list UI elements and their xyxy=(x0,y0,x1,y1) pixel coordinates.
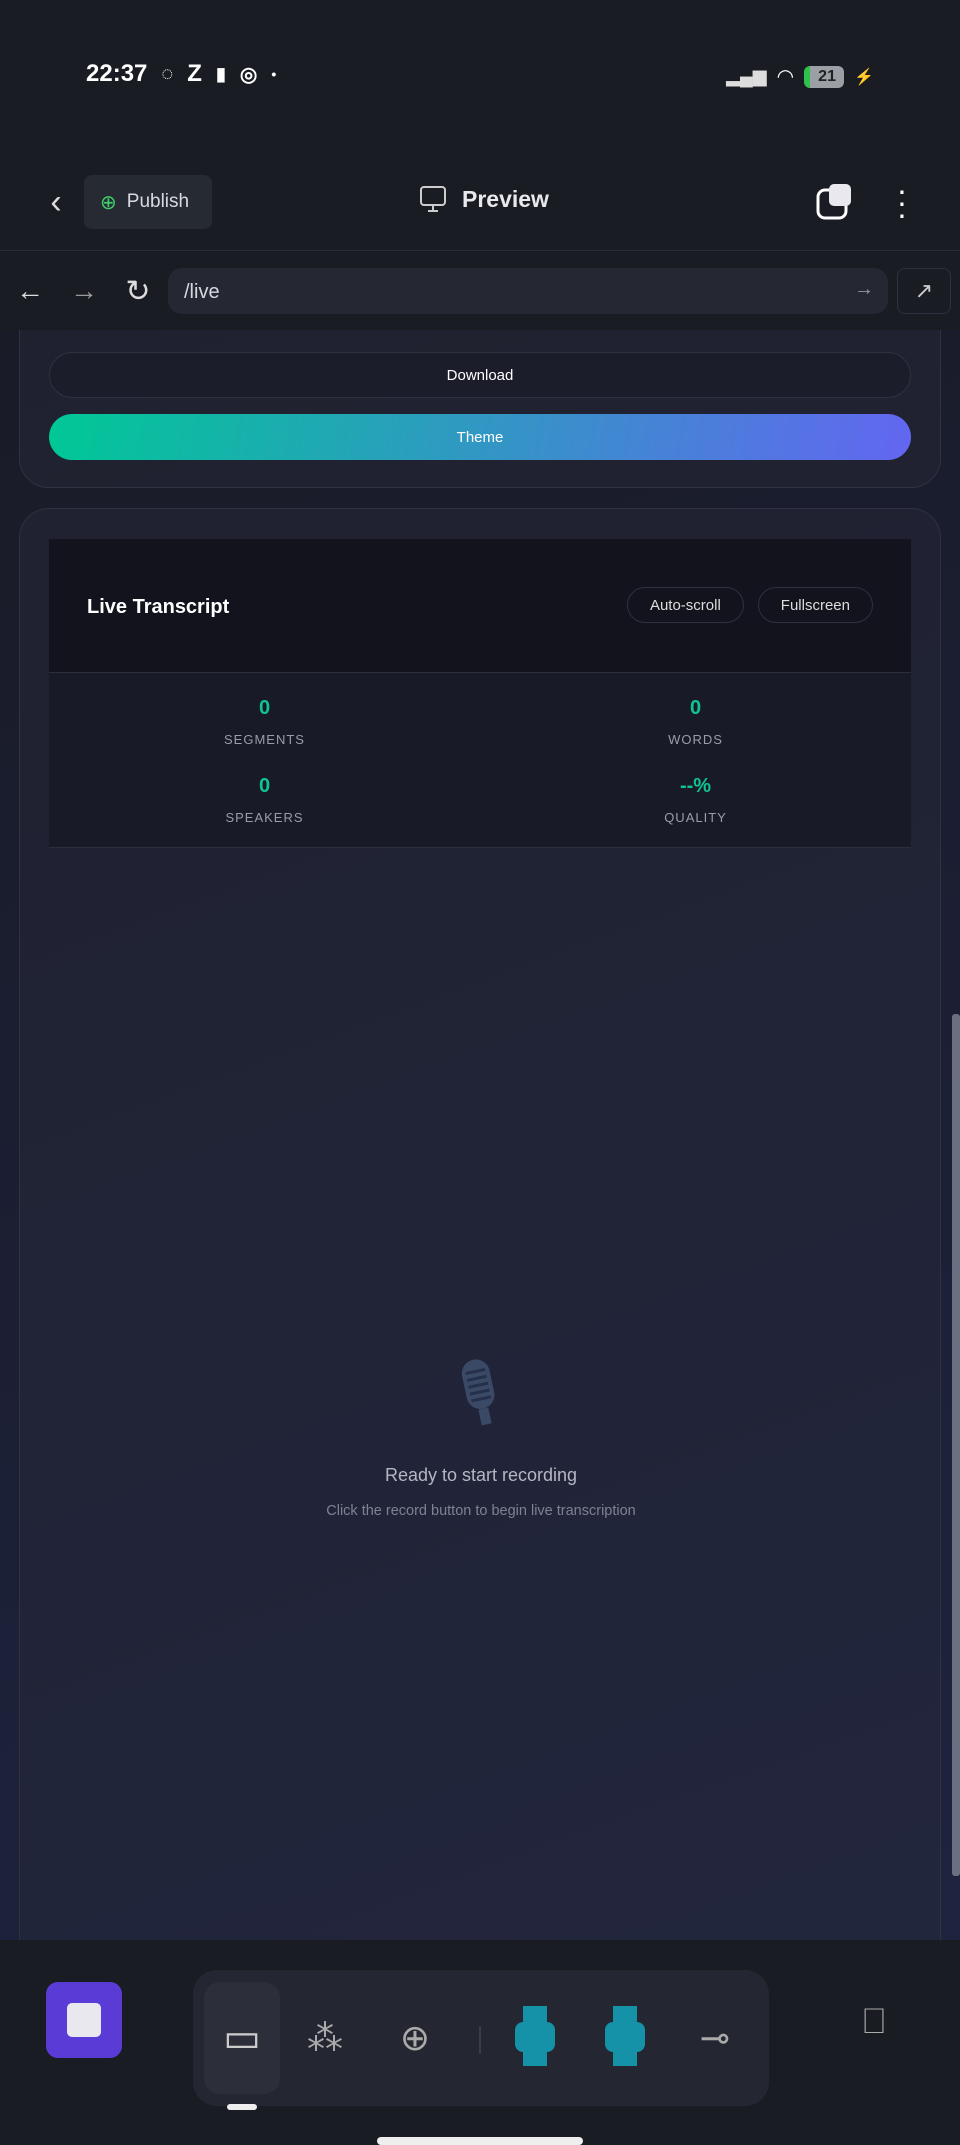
auto-scroll-button[interactable]: Auto-scroll xyxy=(626,587,744,623)
python-logo-icon xyxy=(605,2006,645,2066)
back-arrow-icon[interactable]: ← xyxy=(12,273,48,309)
tabs-icon[interactable] xyxy=(815,182,855,222)
open-external-button[interactable]: ↗ xyxy=(897,268,951,314)
reload-icon[interactable]: ↻ xyxy=(120,273,156,309)
microphone-icon xyxy=(461,1359,495,1426)
stat-label: WORDS xyxy=(668,732,723,747)
stat-label: SEGMENTS xyxy=(224,732,305,747)
branch-icon[interactable]: ⊸ xyxy=(683,2000,747,2076)
monitor-icon: ▭ xyxy=(223,2016,261,2060)
instagram-icon: ◎ xyxy=(239,63,258,86)
status-bar: 22:37 ◌ Z ▮ ◎ • xyxy=(86,60,276,88)
stat-value: 0 xyxy=(689,697,702,719)
stat-segments: 0 SEGMENTS xyxy=(49,697,480,747)
dots-pattern-icon[interactable]: ⁂ xyxy=(293,2000,357,2076)
bottom-toolbar: ▭ ⁂ ⊕ ⊸ ⎕ xyxy=(0,1940,960,2145)
fullscreen-button[interactable]: Fullscreen xyxy=(757,587,873,623)
theme-button[interactable]: Theme xyxy=(49,414,911,460)
stats-panel: 0 SEGMENTS 0 WORDS 0 SPEAKERS --% QUALITY xyxy=(49,673,911,848)
home-indicator[interactable] xyxy=(377,2137,583,2145)
divider xyxy=(479,2026,481,2054)
python-icon[interactable] xyxy=(503,2000,567,2076)
preview-label: Preview xyxy=(462,185,549,212)
go-arrow-icon[interactable]: → xyxy=(854,278,874,301)
python-logo-icon xyxy=(515,2006,555,2066)
battery-saver-icon: ▮ xyxy=(215,63,226,84)
clock: 22:37 xyxy=(86,60,148,87)
active-indicator xyxy=(227,2104,257,2110)
url-input[interactable]: /live → xyxy=(168,268,888,314)
page-content: Download Theme Live Transcript Auto-scro… xyxy=(0,330,960,1940)
stat-value: --% xyxy=(679,775,712,797)
battery-indicator: 21 xyxy=(804,65,845,88)
globe-upload-icon: ⊕ xyxy=(100,191,117,214)
z-app-icon: Z xyxy=(187,60,202,87)
stat-value: 0 xyxy=(258,697,271,719)
signal-icon: ▂▄▆ xyxy=(726,66,767,86)
globe-upload-icon[interactable]: ⊕ xyxy=(383,2000,447,2076)
download-button[interactable]: Download xyxy=(49,352,911,398)
stat-value: 0 xyxy=(258,775,271,797)
transcript-header: Live Transcript Auto-scroll Fullscreen xyxy=(49,539,911,673)
browser-bar: ← → ↻ /live → ↗ xyxy=(0,250,960,330)
publish-label: Publish xyxy=(126,191,190,212)
whatsapp-icon: ◌ xyxy=(161,62,174,85)
more-options-icon[interactable]: · · · xyxy=(895,174,909,230)
publish-button[interactable]: ⊕ Publish xyxy=(84,175,212,229)
app-header: ‹ ⊕ Publish Preview · · · xyxy=(0,170,960,250)
wifi-icon: ◠ xyxy=(776,66,795,88)
monitor-tool[interactable]: ▭ xyxy=(204,1982,280,2094)
scrollbar[interactable] xyxy=(952,1014,960,1876)
forward-arrow-icon[interactable]: → xyxy=(66,273,102,309)
stat-label: QUALITY xyxy=(664,810,727,825)
stat-label: SPEAKERS xyxy=(225,810,304,825)
tool-dock: ▭ ⁂ ⊕ ⊸ xyxy=(193,1970,769,2106)
stop-button[interactable] xyxy=(46,1982,122,2058)
download-label: Download xyxy=(446,366,514,384)
stat-speakers: 0 SPEAKERS xyxy=(49,775,480,825)
preview-title[interactable]: Preview xyxy=(418,184,549,214)
python-icon-2[interactable] xyxy=(593,2000,657,2076)
monitor-icon xyxy=(420,186,446,212)
back-icon[interactable]: ‹ xyxy=(38,182,74,222)
dot-icon: • xyxy=(271,66,277,82)
theme-label: Theme xyxy=(456,428,504,446)
stop-icon xyxy=(67,2003,101,2037)
split-view-icon[interactable]: ⎕ xyxy=(848,1990,900,2052)
transcript-title: Live Transcript xyxy=(87,596,230,618)
stat-words: 0 WORDS xyxy=(480,697,911,747)
transcript-card: Live Transcript Auto-scroll Fullscreen 0… xyxy=(19,508,941,1940)
system-icons: ▂▄▆ ◠ 21 ⚡ xyxy=(726,64,874,89)
empty-subtitle: Click the record button to begin live tr… xyxy=(326,1503,636,1519)
stat-quality: --% QUALITY xyxy=(480,775,911,825)
charging-icon: ⚡ xyxy=(854,68,874,86)
url-text: /live xyxy=(184,281,220,303)
empty-title: Ready to start recording xyxy=(384,1465,578,1485)
